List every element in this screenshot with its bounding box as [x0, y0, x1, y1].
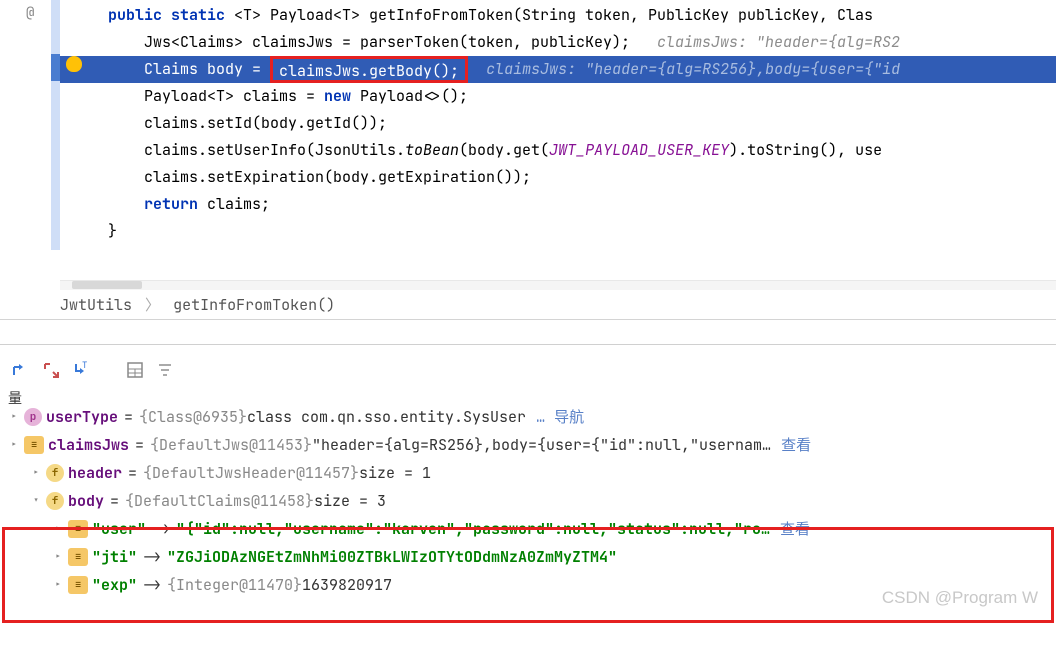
- intention-bulb-icon[interactable]: [66, 56, 82, 72]
- field-icon: f: [46, 464, 64, 482]
- breadcrumb[interactable]: JwtUtils 〉 getInfoFromToken(): [0, 290, 1056, 320]
- chevron-right-icon[interactable]: ▸: [48, 515, 68, 543]
- step-over-icon[interactable]: [8, 357, 34, 383]
- map-entry-icon: ≡: [68, 548, 88, 566]
- chevron-right-icon[interactable]: ▸: [4, 431, 24, 459]
- variable-row[interactable]: ▸puserType = {Class@6935} class com.qn.s…: [0, 403, 1056, 431]
- variables-panel[interactable]: ▸puserType = {Class@6935} class com.qn.s…: [0, 413, 1056, 601]
- debug-toolbar: T: [0, 345, 1056, 385]
- resume-icon[interactable]: [38, 357, 64, 383]
- code-content[interactable]: public static <T> Payload<T> getInfoFrom…: [60, 0, 1056, 280]
- svg-text:T: T: [82, 361, 87, 371]
- view-link[interactable]: 查看: [781, 431, 811, 459]
- panel-divider[interactable]: [0, 320, 1056, 345]
- map-entry-icon: ≡: [24, 436, 44, 454]
- editor-gutter: @: [0, 0, 60, 280]
- chevron-right-icon[interactable]: ▸: [48, 543, 68, 571]
- variable-row[interactable]: ▸≡claimsJws = {DefaultJws@11453} "header…: [0, 431, 1056, 459]
- chevron-right-icon[interactable]: ▸: [26, 459, 46, 487]
- chevron-right-icon[interactable]: ▸: [48, 571, 68, 599]
- annotation-icon: @: [26, 4, 34, 22]
- chevron-right-icon[interactable]: ▸: [4, 403, 24, 431]
- calculator-icon[interactable]: [122, 357, 148, 383]
- variable-row[interactable]: ▸≡"jti" -> "ZGJiODAzNGEtZmNhMi00ZTBkLWIz…: [0, 543, 1056, 571]
- code-editor[interactable]: @ public static <T> Payload<T> getInfoFr…: [0, 0, 1056, 280]
- variable-row[interactable]: ▸fheader = {DefaultJwsHeader@11457} size…: [0, 459, 1056, 487]
- watermark: CSDN @Program W: [882, 588, 1038, 608]
- view-link[interactable]: 查看: [780, 515, 810, 543]
- chevron-down-icon[interactable]: ▾: [26, 487, 46, 515]
- step-into-icon[interactable]: T: [68, 357, 94, 383]
- field-icon: f: [46, 492, 64, 510]
- map-entry-icon: ≡: [68, 576, 88, 594]
- breadcrumb-class[interactable]: JwtUtils: [60, 295, 132, 315]
- breadcrumb-method[interactable]: getInfoFromToken(): [173, 295, 335, 315]
- parameter-icon: p: [24, 408, 42, 426]
- variable-row[interactable]: ▾fbody = {DefaultClaims@11458} size = 3: [0, 487, 1056, 515]
- breadcrumb-separator: 〉: [145, 295, 160, 315]
- map-entry-icon: ≡: [68, 520, 88, 538]
- filter-icon[interactable]: [152, 357, 178, 383]
- horizontal-scrollbar[interactable]: [60, 280, 1056, 290]
- view-link[interactable]: … 导航: [536, 403, 584, 431]
- variable-row[interactable]: ▸≡"user" -> "{"id":null,"username":"karv…: [0, 515, 1056, 543]
